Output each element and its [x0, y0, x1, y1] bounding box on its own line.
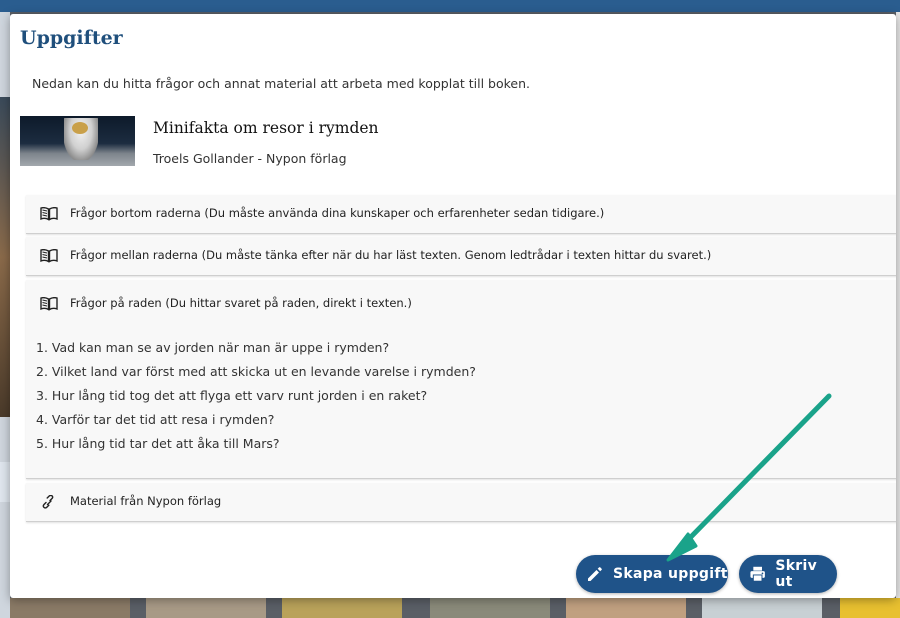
thumbnail [146, 598, 266, 618]
book-icon [40, 249, 58, 263]
accordion-section-on-the-line[interactable]: Frågor på raden (Du hittar svaret på rad… [26, 280, 896, 479]
accordion-header[interactable]: Frågor mellan raderna (Du måste tänka ef… [26, 237, 896, 275]
question-item: 2. Vilket land var först med att skicka … [36, 364, 476, 379]
background-panel [0, 462, 10, 502]
modal-title: Uppgifter [20, 27, 123, 49]
accordion-label: Frågor mellan raderna (Du måste tänka ef… [70, 248, 712, 262]
book-cover-image [20, 116, 135, 166]
create-task-label: Skapa uppgift [613, 566, 728, 582]
book-title: Minifakta om resor i rymden [153, 119, 379, 137]
question-item: 4. Varför tar det tid att resa i rymden? [36, 412, 275, 427]
thumbnail [566, 598, 686, 618]
print-button[interactable]: Skriv ut [739, 555, 837, 593]
thumbnail [702, 598, 822, 618]
background-page-right [896, 12, 900, 598]
question-item: 1. Vad kan man se av jorden när man är u… [36, 340, 390, 355]
question-item: 3. Hur lång tid tog det att flyga ett va… [36, 388, 428, 403]
modal-intro: Nedan kan du hitta frågor och annat mate… [32, 76, 531, 91]
thumbnail [430, 598, 550, 618]
printer-icon [750, 566, 765, 582]
accordion-label: Frågor på raden (Du hittar svaret på rad… [70, 296, 412, 310]
accordion-header[interactable]: Material från Nypon förlag [26, 483, 896, 521]
book-author: Troels Gollander - Nypon förlag [153, 151, 347, 166]
accordion-label: Material från Nypon förlag [70, 494, 222, 508]
pencil-icon [588, 567, 602, 581]
accordion-section-material[interactable]: Material från Nypon förlag [26, 483, 896, 522]
book-icon [40, 207, 58, 221]
accordion-header[interactable]: Frågor bortom raderna (Du måste använda … [26, 195, 896, 233]
background-page-left [0, 12, 10, 618]
astronaut-visor [72, 122, 88, 134]
accordion-label: Frågor bortom raderna (Du måste använda … [70, 206, 605, 220]
background-header [0, 0, 900, 12]
accordion-header[interactable]: Frågor på raden (Du hittar svaret på rad… [26, 280, 896, 326]
thumbnail [840, 598, 900, 618]
tasks-modal: Uppgifter Nedan kan du hitta frågor och … [10, 14, 896, 598]
print-label: Skriv ut [775, 558, 818, 590]
book-icon [40, 297, 58, 311]
accordion-section-beyond[interactable]: Frågor bortom raderna (Du måste använda … [26, 195, 896, 234]
background-image [0, 97, 10, 417]
background-thumbnails [0, 598, 900, 618]
question-item: 5. Hur lång tid tar det att åka till Mar… [36, 436, 280, 451]
accordion-body: 1. Vad kan man se av jorden när man är u… [26, 326, 896, 478]
create-task-button[interactable]: Skapa uppgift [576, 555, 728, 593]
thumbnail [282, 598, 402, 618]
link-icon [42, 495, 54, 509]
thumbnail [10, 598, 130, 618]
accordion-section-between[interactable]: Frågor mellan raderna (Du måste tänka ef… [26, 237, 896, 276]
